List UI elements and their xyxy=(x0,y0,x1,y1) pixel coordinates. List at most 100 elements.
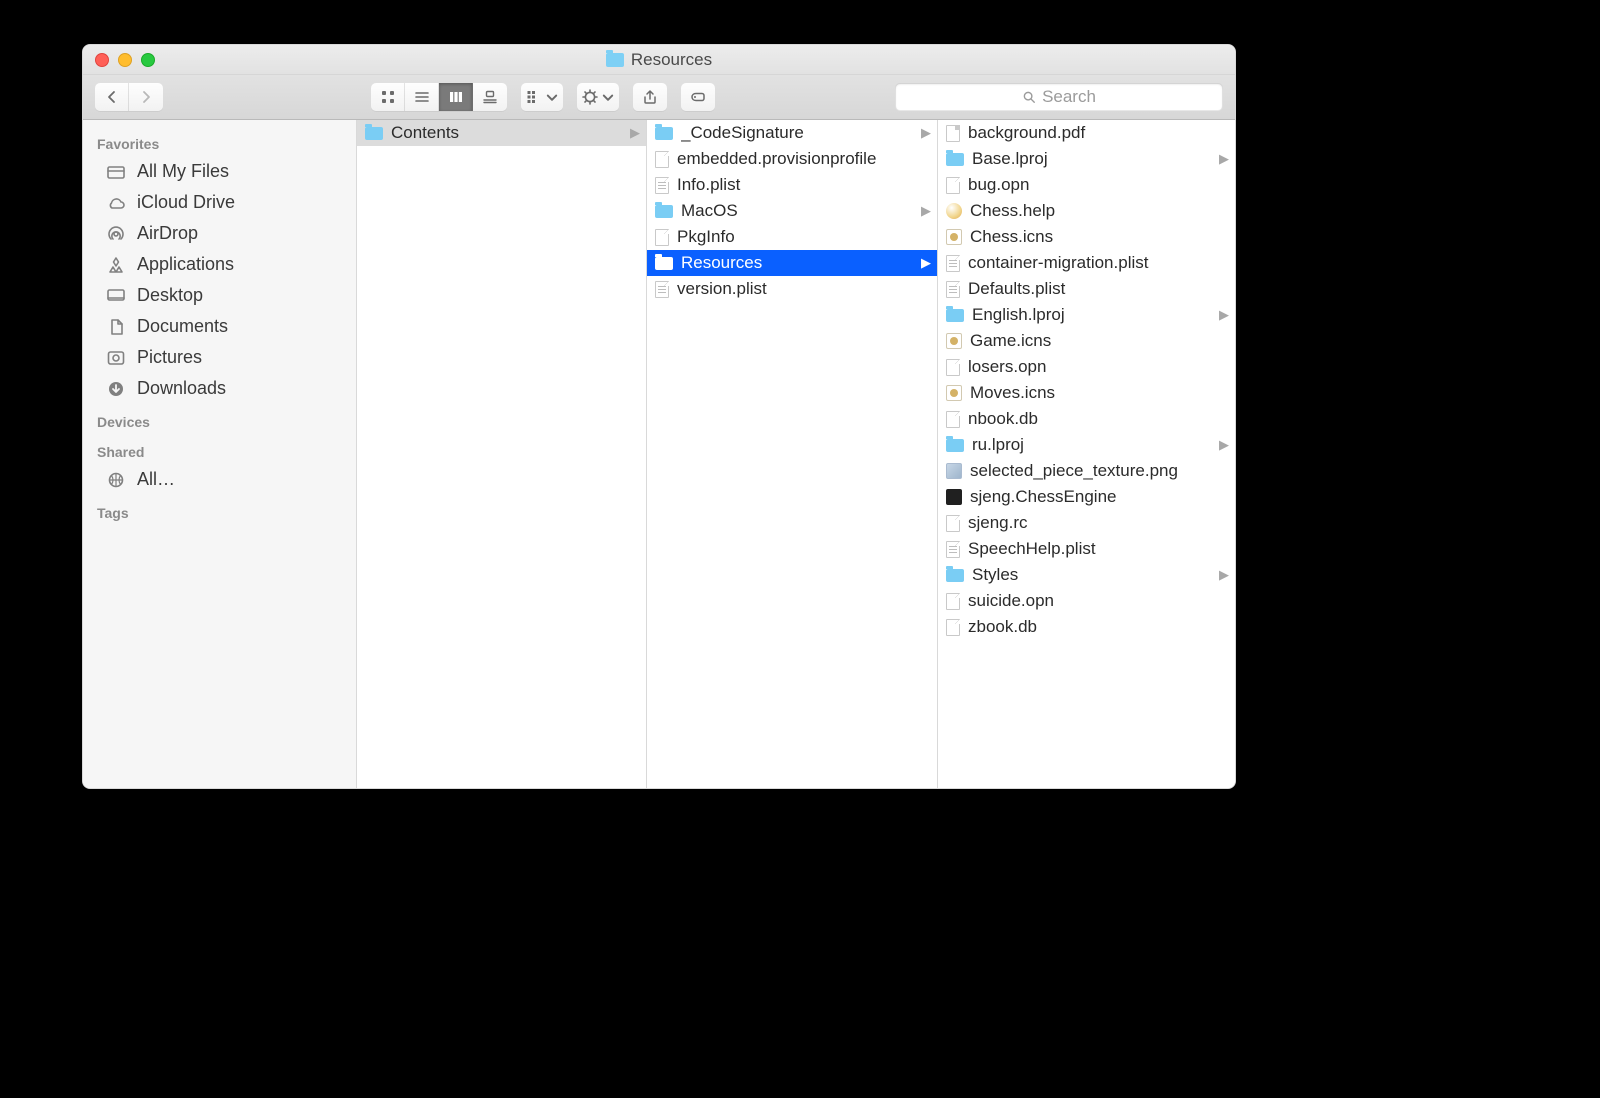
doc-icon xyxy=(655,229,669,246)
chevron-right-icon: ▶ xyxy=(921,203,931,219)
share-button-group xyxy=(633,83,667,111)
item-name: Base.lproj xyxy=(972,149,1207,169)
tag-button[interactable] xyxy=(681,83,715,111)
file-row-pkginfo[interactable]: PkgInfo xyxy=(647,224,937,250)
item-name: sjeng.ChessEngine xyxy=(970,487,1229,507)
exec-icon xyxy=(946,489,962,505)
chevron-right-icon: ▶ xyxy=(1219,151,1229,167)
file-row-chess-icns[interactable]: Chess.icns xyxy=(938,224,1235,250)
list-view-button[interactable] xyxy=(405,83,439,111)
doc-icon xyxy=(946,177,960,194)
file-row-nbook-db[interactable]: nbook.db xyxy=(938,406,1235,432)
sidebar-item-documents[interactable]: Documents xyxy=(83,311,356,342)
item-name: English.lproj xyxy=(972,305,1207,325)
file-row-selected-piece-texture-png[interactable]: selected_piece_texture.png xyxy=(938,458,1235,484)
zoom-button[interactable] xyxy=(141,53,155,67)
item-name: SpeechHelp.plist xyxy=(968,539,1229,559)
file-row-info-plist[interactable]: Info.plist xyxy=(647,172,937,198)
documents-icon xyxy=(105,318,127,336)
search-placeholder: Search xyxy=(1042,87,1096,107)
folder-row-macos[interactable]: MacOS▶ xyxy=(647,198,937,224)
item-name: Styles xyxy=(972,565,1207,585)
share-button[interactable] xyxy=(633,83,667,111)
sidebar-section-header: Shared xyxy=(83,434,356,464)
item-name: embedded.provisionprofile xyxy=(677,149,931,169)
file-row-defaults-plist[interactable]: Defaults.plist xyxy=(938,276,1235,302)
minimize-button[interactable] xyxy=(118,53,132,67)
folder-icon xyxy=(946,153,964,166)
icns-icon xyxy=(946,229,962,245)
titlebar[interactable]: Resources xyxy=(83,45,1235,75)
body: FavoritesAll My FilesiCloud DriveAirDrop… xyxy=(83,120,1235,788)
close-button[interactable] xyxy=(95,53,109,67)
sidebar-item-desktop[interactable]: Desktop xyxy=(83,280,356,311)
folder-row-contents[interactable]: Contents▶ xyxy=(357,120,646,146)
sidebar-item-airdrop[interactable]: AirDrop xyxy=(83,218,356,249)
folder-icon xyxy=(365,127,383,140)
sidebar-item-all-[interactable]: All… xyxy=(83,464,356,495)
file-row-embedded-provisionprofile[interactable]: embedded.provisionprofile xyxy=(647,146,937,172)
traffic-lights xyxy=(83,53,155,67)
sidebar-item-label: Downloads xyxy=(137,378,226,399)
folder-row-ru-lproj[interactable]: ru.lproj▶ xyxy=(938,432,1235,458)
folder-row-styles[interactable]: Styles▶ xyxy=(938,562,1235,588)
icns-icon xyxy=(946,385,962,401)
file-row-sjeng-chessengine[interactable]: sjeng.ChessEngine xyxy=(938,484,1235,510)
sidebar-item-downloads[interactable]: Downloads xyxy=(83,373,356,404)
action-button-group xyxy=(577,83,619,111)
file-row-version-plist[interactable]: version.plist xyxy=(647,276,937,302)
column-browser: Contents▶_CodeSignature▶ embedded.provisi… xyxy=(357,120,1235,788)
column-0[interactable]: Contents▶ xyxy=(357,120,647,788)
file-row-speechhelp-plist[interactable]: SpeechHelp.plist xyxy=(938,536,1235,562)
file-row-sjeng-rc[interactable]: sjeng.rc xyxy=(938,510,1235,536)
folder-row--codesignature[interactable]: _CodeSignature▶ xyxy=(647,120,937,146)
item-name: Moves.icns xyxy=(970,383,1229,403)
back-button[interactable] xyxy=(95,83,129,111)
file-row-zbook-db[interactable]: zbook.db xyxy=(938,614,1235,640)
doc-icon xyxy=(946,411,960,428)
item-name: Info.plist xyxy=(677,175,931,195)
file-row-moves-icns[interactable]: Moves.icns xyxy=(938,380,1235,406)
sidebar-section-header: Devices xyxy=(83,404,356,434)
sidebar[interactable]: FavoritesAll My FilesiCloud DriveAirDrop… xyxy=(83,120,357,788)
action-button[interactable] xyxy=(577,83,619,111)
column-1[interactable]: _CodeSignature▶ embedded.provisionprofile… xyxy=(647,120,938,788)
item-name: bug.opn xyxy=(968,175,1229,195)
folder-icon xyxy=(655,127,673,140)
tag-button-group xyxy=(681,83,715,111)
column-view-button[interactable] xyxy=(439,83,473,111)
icon-view-button[interactable] xyxy=(371,83,405,111)
sidebar-item-pictures[interactable]: Pictures xyxy=(83,342,356,373)
item-name: ru.lproj xyxy=(972,435,1207,455)
png-icon xyxy=(946,463,962,479)
sidebar-section-header: Tags xyxy=(83,495,356,525)
folder-row-resources[interactable]: Resources▶ xyxy=(647,250,937,276)
sidebar-item-label: Applications xyxy=(137,254,234,275)
column-2[interactable]: background.pdf Base.lproj ▶ bug.opn Chess.he… xyxy=(938,120,1235,788)
arrange-button[interactable] xyxy=(521,83,563,111)
sidebar-item-applications[interactable]: Applications xyxy=(83,249,356,280)
file-row-container-migration-plist[interactable]: container-migration.plist xyxy=(938,250,1235,276)
sidebar-item-icloud-drive[interactable]: iCloud Drive xyxy=(83,187,356,218)
search-field[interactable]: Search xyxy=(895,83,1223,111)
arrange-button-group xyxy=(521,83,563,111)
airdrop-icon xyxy=(105,225,127,243)
forward-button[interactable] xyxy=(129,83,163,111)
folder-row-english-lproj[interactable]: English.lproj▶ xyxy=(938,302,1235,328)
sidebar-item-label: Pictures xyxy=(137,347,202,368)
coverflow-view-button[interactable] xyxy=(473,83,507,111)
folder-icon xyxy=(606,53,624,67)
sidebar-item-label: Documents xyxy=(137,316,228,337)
sidebar-item-all-my-files[interactable]: All My Files xyxy=(83,156,356,187)
item-name: nbook.db xyxy=(968,409,1229,429)
file-row-chess-help[interactable]: Chess.help xyxy=(938,198,1235,224)
item-name: Chess.help xyxy=(970,201,1229,221)
file-row-losers-opn[interactable]: losers.opn xyxy=(938,354,1235,380)
file-row-background-pdf[interactable]: background.pdf xyxy=(938,120,1235,146)
desktop-icon xyxy=(105,287,127,305)
file-row-game-icns[interactable]: Game.icns xyxy=(938,328,1235,354)
icns-icon xyxy=(946,333,962,349)
file-row-bug-opn[interactable]: bug.opn xyxy=(938,172,1235,198)
folder-row-base-lproj[interactable]: Base.lproj ▶ xyxy=(938,146,1235,172)
file-row-suicide-opn[interactable]: suicide.opn xyxy=(938,588,1235,614)
